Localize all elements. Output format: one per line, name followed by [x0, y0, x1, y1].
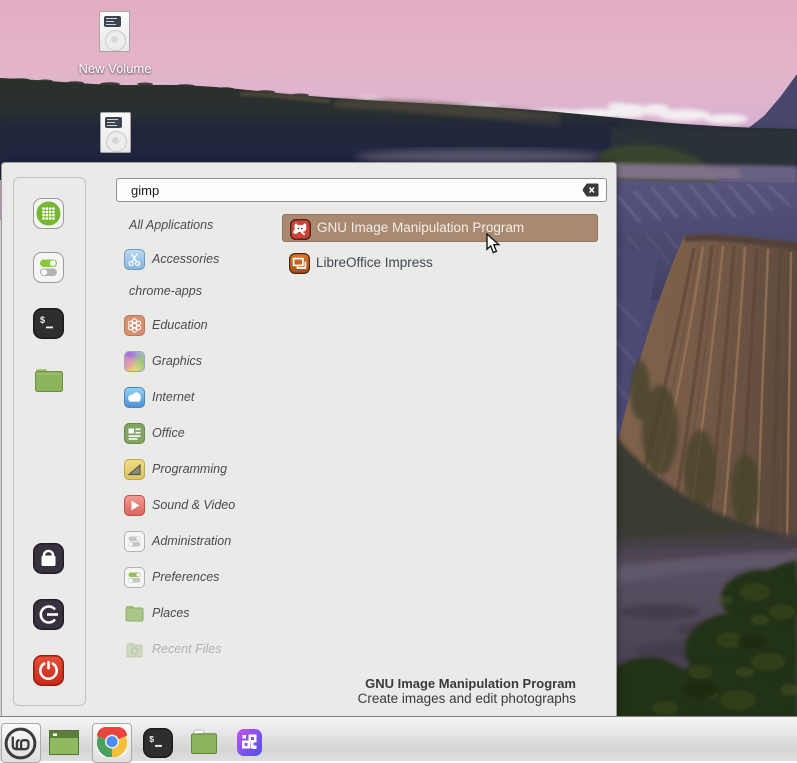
svg-text:$: $ [149, 734, 154, 744]
svg-text:$: $ [40, 315, 45, 325]
